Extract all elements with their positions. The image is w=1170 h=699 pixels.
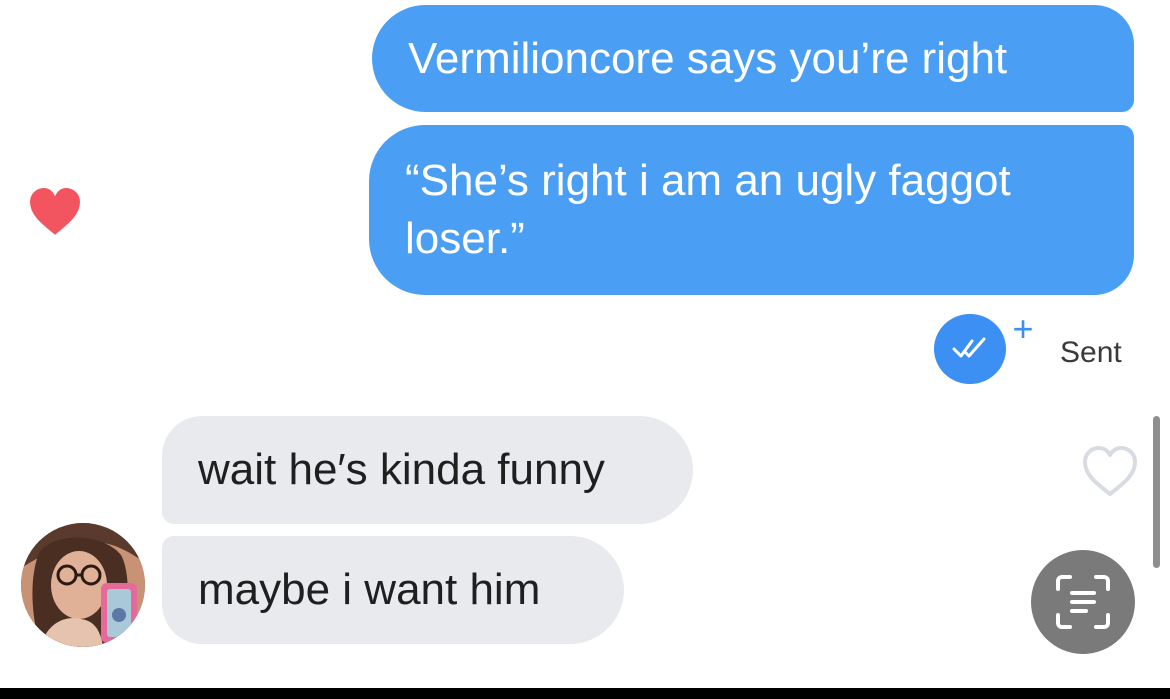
message-text: Vermilioncore says you’re right (408, 33, 1008, 83)
plus-icon[interactable]: + (1008, 311, 1038, 347)
text-scan-button[interactable] (1031, 550, 1135, 654)
incoming-message-bubble[interactable]: maybe i want him (162, 536, 624, 644)
double-check-icon (952, 337, 986, 358)
message-text: wait he′s kinda funny (198, 445, 605, 494)
read-receipt-badge[interactable] (934, 314, 1006, 384)
message-status: + Sent (934, 311, 1144, 384)
message-text: maybe i want him (198, 565, 541, 614)
outgoing-message-bubble[interactable]: Vermilioncore says you’re right (372, 5, 1134, 112)
message-text: “She’s right i am an ugly faggot loser.” (405, 156, 1011, 263)
avatar[interactable] (21, 523, 145, 647)
heart-outline-icon[interactable] (1080, 444, 1140, 498)
bottom-edge-bar (0, 688, 1170, 699)
incoming-message-bubble[interactable]: wait he′s kinda funny (162, 416, 693, 524)
sent-status-label: Sent (1060, 336, 1122, 369)
scrollbar[interactable] (1153, 416, 1160, 568)
heart-icon[interactable] (26, 184, 84, 238)
text-scan-icon (1056, 575, 1110, 629)
avatar-photo (21, 523, 145, 647)
outgoing-message-bubble[interactable]: “She’s right i am an ugly faggot loser.” (369, 125, 1134, 295)
